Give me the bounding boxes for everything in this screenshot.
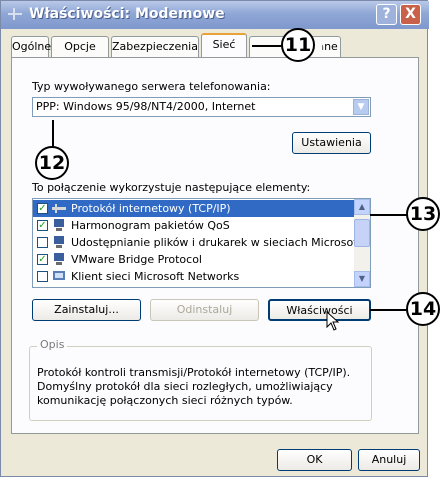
checkbox[interactable]: [37, 271, 48, 282]
tab-options[interactable]: Opcje: [51, 36, 109, 58]
description-line: Domyślny protokół dla sieci rozległych, …: [37, 380, 333, 393]
list-item[interactable]: ✓ VMware Bridge Protocol: [33, 251, 354, 268]
list-item-label: Klient sieci Microsoft Networks: [71, 270, 240, 283]
description-line: komunikację połączonych sieci różnych ty…: [37, 394, 293, 407]
components-list[interactable]: ✓ Protokół internetowy (TCP/IP) ✓ Harmon…: [32, 198, 371, 288]
scroll-up-icon[interactable]: ▲: [354, 199, 370, 215]
title-bar[interactable]: Właściwości: Modemowe ? X: [1, 1, 429, 29]
callout-11-line: [252, 45, 282, 47]
ok-button[interactable]: OK: [277, 449, 352, 471]
server-type-value: PPP: Windows 95/98/NT4/2000, Internet: [36, 100, 256, 113]
description-text: Protokół kontroli transmisji/Protokół in…: [37, 366, 350, 408]
tab-network[interactable]: Sieć: [201, 33, 247, 57]
scrollbar[interactable]: ▲ ▼: [354, 199, 370, 287]
service-icon: [54, 253, 64, 265]
protocol-icon: [52, 204, 66, 213]
service-icon: [54, 236, 64, 248]
properties-button[interactable]: Właściwości: [268, 299, 371, 321]
list-item[interactable]: ✓ Harmonogram pakietów QoS: [33, 217, 354, 234]
tab-security[interactable]: Zabezpieczenia: [111, 36, 199, 58]
install-button[interactable]: Zainstaluj...: [32, 299, 141, 321]
client-icon: [53, 271, 65, 280]
list-item-label: VMware Bridge Protocol: [71, 253, 202, 266]
list-item-label: Udostępnianie plików i drukarek w siecia…: [71, 236, 371, 249]
callout-12: 12: [35, 146, 69, 180]
list-item[interactable]: Udostępnianie plików i drukarek w siecia…: [33, 234, 370, 251]
callout-14: 14: [406, 292, 440, 326]
scroll-thumb[interactable]: [354, 219, 370, 247]
list-item[interactable]: ✓ Protokół internetowy (TCP/IP): [33, 200, 354, 217]
callout-13: 13: [406, 197, 440, 231]
list-item[interactable]: Klient sieci Microsoft Networks: [33, 268, 354, 285]
service-icon: [54, 219, 64, 231]
close-button[interactable]: X: [400, 4, 421, 25]
cancel-button[interactable]: Anuluj: [358, 449, 420, 471]
checkbox[interactable]: [37, 237, 48, 248]
help-button[interactable]: ?: [376, 4, 397, 25]
scroll-down-icon[interactable]: ▼: [354, 271, 370, 287]
window-title: Właściwości: Modemowe: [29, 6, 225, 22]
checkbox[interactable]: ✓: [37, 203, 48, 214]
chevron-down-icon[interactable]: ▼: [353, 99, 369, 115]
server-type-label: Typ wywoływanego serwera telefonowania:: [32, 80, 271, 93]
components-label: To połączenie wykorzystuje następujące e…: [32, 181, 311, 194]
dialog-window: Właściwości: Modemowe ? X Ogólne Opcje Z…: [0, 0, 429, 477]
checkbox[interactable]: ✓: [37, 254, 48, 265]
mouse-cursor-icon: [326, 311, 340, 331]
description-legend: Opis: [37, 338, 68, 351]
uninstall-button[interactable]: Odinstaluj: [150, 299, 259, 321]
list-item-label: Harmonogram pakietów QoS: [71, 219, 230, 232]
network-connection-icon: [8, 8, 22, 20]
callout-11: 11: [281, 28, 315, 62]
list-item-label: Protokół internetowy (TCP/IP): [71, 202, 231, 215]
server-type-select[interactable]: PPP: Windows 95/98/NT4/2000, Internet ▼: [32, 97, 371, 117]
tab-general[interactable]: Ogólne: [11, 36, 51, 58]
checkbox[interactable]: ✓: [37, 220, 48, 231]
description-line: Protokół kontroli transmisji/Protokół in…: [37, 366, 351, 379]
settings-button[interactable]: Ustawienia: [292, 132, 371, 154]
